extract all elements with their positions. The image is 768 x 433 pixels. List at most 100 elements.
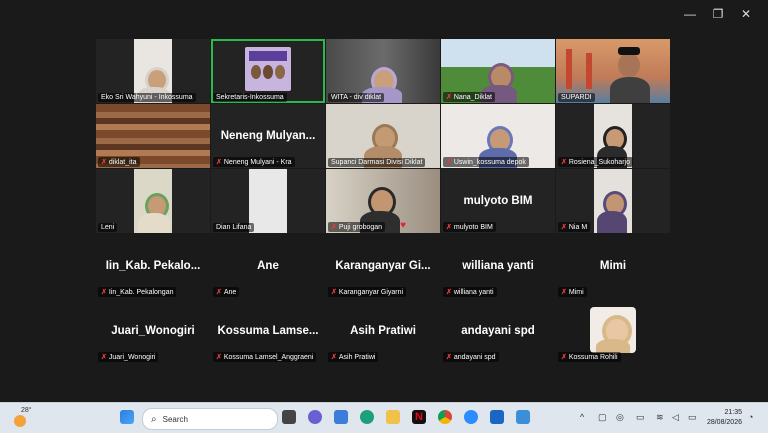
participant-name: ✗ andayani spd [443, 352, 499, 362]
participant-display-name: Neneng Mulyan... [220, 130, 316, 142]
taskbar: 28° ⌕ Search N ^ ▢ ◎ ▭ ≋ ◁ ▭ 21:35 28/08… [0, 402, 768, 433]
name-tile[interactable]: Asih Pratiwi ✗ Asih Pratiwi [326, 299, 440, 363]
participant-display-name: Asih Pratiwi [350, 325, 416, 337]
muted-mic-icon: ✗ [446, 159, 452, 166]
participant-name: WITA - div diklat [328, 93, 385, 102]
video-tile[interactable]: ✗ Puji grobogan ♥ [326, 169, 440, 233]
participant-name: ✗ mulyoto BIM [443, 222, 496, 232]
chat-icon[interactable] [308, 410, 322, 424]
tray-app-icon[interactable]: ▢ [598, 412, 607, 423]
video-tile[interactable]: SUPARDI [556, 39, 670, 103]
eye-off-icon[interactable]: ◎ [616, 412, 624, 423]
participant-name: ✗ Asih Pratiwi [328, 352, 379, 362]
participant-name: Eko Sri Wahyuni - Inkossuma [98, 93, 196, 102]
participant-display-name: williana yanti [462, 260, 534, 272]
battery-icon[interactable]: ▭ [688, 412, 697, 423]
muted-mic-icon: ✗ [216, 354, 222, 361]
participant-name: ✗ Juari_Wonogiri [98, 352, 159, 362]
weather-widget[interactable]: 28° [12, 407, 32, 429]
muted-mic-icon: ✗ [561, 354, 567, 361]
participant-name: Leni [98, 223, 118, 232]
muted-mic-icon: ✗ [331, 224, 337, 231]
muted-mic-icon: ✗ [216, 289, 222, 296]
video-tile[interactable]: Dian Lifana [211, 169, 325, 233]
clock-date: 28/08/2026 [706, 419, 742, 426]
video-tile[interactable]: Eko Sri Wahyuni - Inkossuma [96, 39, 210, 103]
outlook-icon[interactable] [490, 410, 504, 424]
app-icon[interactable] [516, 410, 530, 424]
heart-reaction-icon: ♥ [400, 220, 406, 231]
maximize-icon[interactable]: ❐ [704, 6, 732, 22]
participant-name: ✗ Nana_Diklat [443, 92, 496, 102]
muted-mic-icon: ✗ [331, 354, 337, 361]
participant-display-name: Juari_Wonogiri [111, 325, 195, 337]
muted-mic-icon: ✗ [216, 159, 222, 166]
muted-mic-icon: ✗ [446, 289, 452, 296]
search-placeholder: Search [162, 414, 188, 424]
close-icon[interactable]: ✕ [732, 6, 760, 22]
name-tile[interactable]: Mimi ✗ Mimi [556, 234, 670, 298]
video-tile-active-speaker[interactable]: Sekretaris-Inkossuma [211, 39, 325, 103]
participant-display-name: Iin_Kab. Pekalo... [105, 260, 201, 272]
window-controls: — ❐ ✕ [676, 6, 760, 22]
avatar-tile[interactable]: ✗ Kossuma Rohili [556, 299, 670, 363]
participant-display-name: Karanganyar Gi... [335, 260, 431, 272]
zoom-icon[interactable] [464, 410, 478, 424]
search-box[interactable]: ⌕ Search [142, 408, 278, 430]
name-tile[interactable]: Iin_Kab. Pekalo... ✗ Iin_Kab. Pekalongan [96, 234, 210, 298]
name-tile[interactable]: Kossuma Lamse... ✗ Kossuma Lamsel_Anggrae… [211, 299, 325, 363]
video-tile[interactable]: ✗ Uswin_kossuma depok [441, 104, 555, 168]
notification-bell-icon[interactable]: ◔ [748, 412, 753, 422]
name-tile[interactable]: Ane ✗ Ane [211, 234, 325, 298]
name-tile[interactable]: andayani spd ✗ andayani spd [441, 299, 555, 363]
name-tile[interactable]: Juari_Wonogiri ✗ Juari_Wonogiri [96, 299, 210, 363]
clock[interactable]: 21:35 28/08/2026 [707, 408, 742, 428]
video-tile[interactable]: ✗ Rosiena_Sukoharjo [556, 104, 670, 168]
muted-mic-icon: ✗ [446, 224, 452, 231]
video-tile[interactable]: ✗ Nana_Diklat [441, 39, 555, 103]
edge-icon[interactable] [360, 410, 374, 424]
task-view-icon[interactable] [282, 410, 296, 424]
participant-name: ✗ Puji grobogan [328, 222, 386, 232]
participant-name: ✗ Mimi [558, 287, 587, 297]
muted-mic-icon: ✗ [331, 289, 337, 296]
muted-mic-icon: ✗ [561, 159, 567, 166]
participant-name: ✗ Rosiena_Sukoharjo [558, 157, 633, 167]
participant-name: ✗ williana yanti [443, 287, 497, 297]
printer-icon[interactable]: ▭ [636, 412, 645, 423]
name-tile[interactable]: williana yanti ✗ williana yanti [441, 234, 555, 298]
video-tile[interactable]: WITA - div diklat [326, 39, 440, 103]
participant-name: ✗ Kossuma Rohili [558, 352, 621, 362]
start-icon[interactable] [120, 410, 134, 424]
chevron-up-icon[interactable]: ^ [580, 412, 584, 422]
volume-icon[interactable]: ◁ [672, 412, 679, 423]
video-tile[interactable]: ✗ Nia M [556, 169, 670, 233]
weather-temp: 28° [21, 407, 32, 414]
participant-display-name: mulyoto BIM [463, 195, 533, 207]
participant-display-name: Kossuma Lamse... [217, 325, 319, 337]
participant-display-name: Ane [257, 260, 279, 272]
name-tile[interactable]: Neneng Mulyan... ✗ Neneng Mulyani - Kra [211, 104, 325, 168]
muted-mic-icon: ✗ [561, 289, 567, 296]
video-tile[interactable]: Supanci Darmasi Divisi Diklat [326, 104, 440, 168]
participant-name: SUPARDI [558, 93, 595, 102]
video-tile[interactable]: ✗ diklat_ita [96, 104, 210, 168]
participant-name: ✗ Karanganyar Giyarni [328, 287, 407, 297]
chrome-icon[interactable] [438, 410, 452, 424]
participant-name: ✗ Iin_Kab. Pekalongan [98, 287, 177, 297]
video-tile[interactable]: Leni [96, 169, 210, 233]
participant-name: Sekretaris-Inkossuma [213, 93, 287, 102]
name-tile[interactable]: Karanganyar Gi... ✗ Karanganyar Giyarni [326, 234, 440, 298]
sun-icon [14, 415, 26, 427]
muted-mic-icon: ✗ [101, 289, 107, 296]
wifi-icon[interactable]: ≋ [656, 412, 664, 423]
file-explorer-icon[interactable] [386, 410, 400, 424]
name-tile[interactable]: mulyoto BIM ✗ mulyoto BIM [441, 169, 555, 233]
muted-mic-icon: ✗ [101, 354, 107, 361]
teams-icon[interactable] [334, 410, 348, 424]
participant-display-name: andayani spd [461, 325, 535, 337]
muted-mic-icon: ✗ [561, 224, 567, 231]
minimize-icon[interactable]: — [676, 6, 704, 22]
netflix-icon[interactable]: N [412, 410, 426, 424]
muted-mic-icon: ✗ [446, 94, 452, 101]
